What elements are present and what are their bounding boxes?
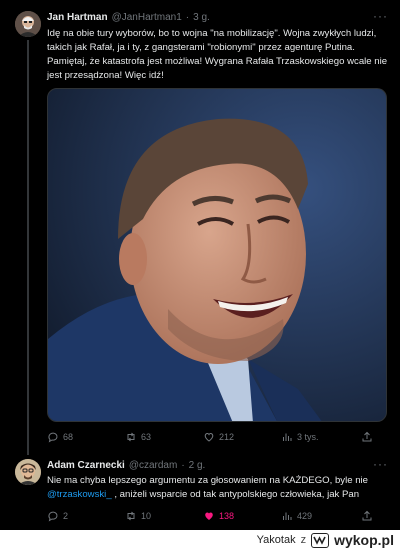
repost-icon [127,432,135,442]
tweet-header: Jan Hartman @JanHartman1 · 3 g. [47,12,210,23]
watermark: Yakotak z wykop.pl [257,532,394,548]
reply-count: 68 [63,432,74,442]
views-count: 429 [297,511,313,521]
avatar[interactable] [15,11,41,37]
watermark-bar: Yakotak z wykop.pl [0,530,400,551]
tweet-text-end: , aniżeli wsparcie od tak antypolskiego … [111,489,360,500]
repost-count: 10 [141,511,152,521]
reply-button[interactable]: 68 [47,431,125,443]
portrait-photo [48,89,386,421]
avatar[interactable] [15,459,41,485]
tweet-actions: 2 10 138 429 [47,510,387,522]
reply-count: 2 [63,511,69,521]
author-handle[interactable]: @JanHartman1 [112,12,182,23]
like-button[interactable]: 138 [203,510,281,522]
views-button[interactable]: 3 tys. [281,431,361,443]
repost-icon [127,511,135,521]
heart-icon [204,432,214,442]
timestamp[interactable]: 3 g. [193,12,210,23]
thread-line [27,40,29,455]
reply-icon [48,432,58,443]
author-name[interactable]: Jan Hartman [47,12,108,23]
share-icon [362,510,372,521]
more-options-icon[interactable]: ··· [373,9,388,23]
reply-button[interactable]: 2 [47,510,125,522]
separator-dot: · [181,460,185,471]
separator-dot: · [185,12,190,23]
tweet-header: Adam Czarnecki @czardam · 2 g. [47,460,205,471]
reply-icon [48,511,58,522]
views-button[interactable]: 429 [281,510,361,522]
heart-filled-icon [205,512,213,520]
repost-button[interactable]: 63 [125,431,203,443]
views-chart-icon [283,433,292,441]
tweet-photo[interactable] [47,88,387,422]
author-name[interactable]: Adam Czarnecki [47,460,125,471]
views-chart-icon [283,512,292,520]
tweet-jan-hartman[interactable]: Jan Hartman @JanHartman1 · 3 g. ··· Idę … [0,0,400,455]
watermark-z: z [300,534,307,546]
timestamp[interactable]: 2 g. [189,460,206,471]
share-button[interactable] [361,510,387,522]
wykop-logo-icon [311,532,330,548]
like-count: 212 [219,432,235,442]
share-icon [362,431,372,442]
author-handle[interactable]: @czardam [129,460,178,471]
mention-link[interactable]: @trzaskowski_ [47,489,112,500]
repost-count: 63 [141,432,152,442]
more-options-icon[interactable]: ··· [373,457,388,471]
like-count: 138 [219,511,235,521]
watermark-user: Yakotak [256,534,296,546]
share-button[interactable] [361,431,387,443]
tweet-text: Idę na obie tury wyborów, bo to wojna "n… [47,28,388,81]
tweet-actions: 68 63 212 3 tys. [47,431,387,443]
repost-button[interactable]: 10 [125,510,203,522]
tweet-text: Nie ma chyba lepszego argumentu za głoso… [47,474,390,502]
watermark-site: wykop.pl [334,532,394,548]
views-count: 3 tys. [297,432,319,442]
tweet-text-start: Nie ma chyba lepszego argumentu za głoso… [47,475,369,486]
like-button[interactable]: 212 [203,431,281,443]
